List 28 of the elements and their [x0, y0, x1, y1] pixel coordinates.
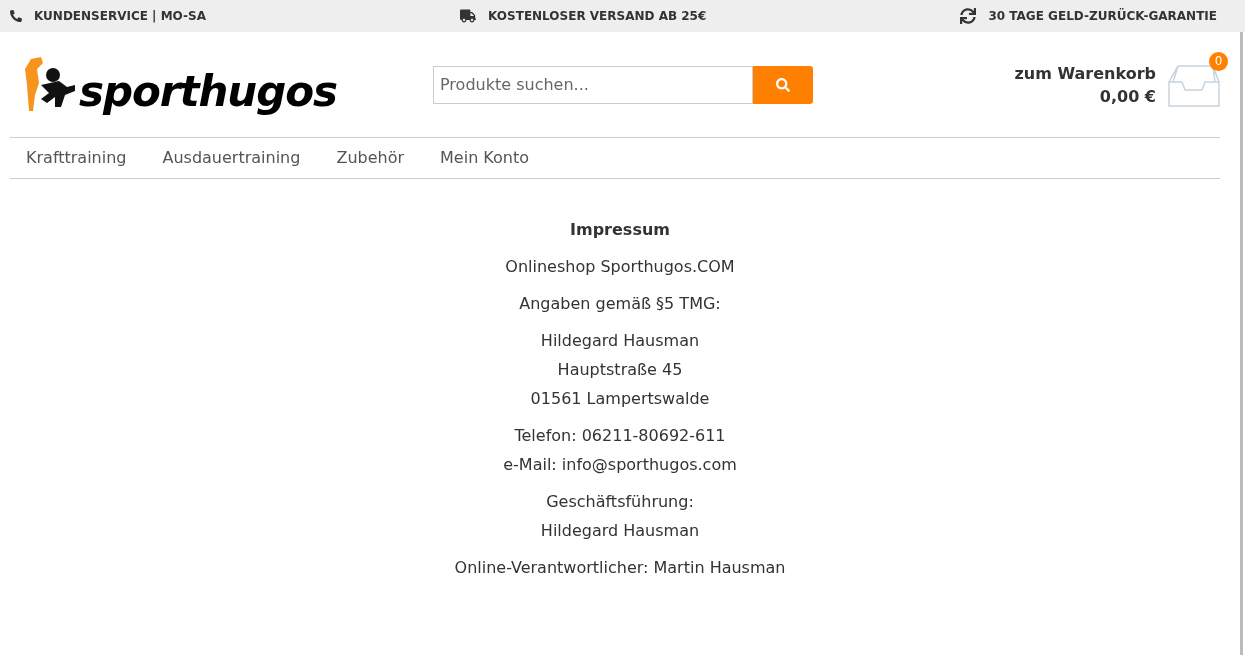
imprint-text: Onlineshop Sporthugos.COM: [505, 256, 735, 278]
info-text: KUNDENSERVICE | MO-SA: [34, 8, 206, 25]
imprint-text: Angaben gemäß §5 TMG:: [519, 293, 721, 315]
imprint-text: Hauptstraße 45: [557, 359, 683, 381]
nav-link[interactable]: Mein Konto: [440, 146, 530, 170]
cart-total: 0,00 €: [1099, 85, 1156, 108]
nav-link[interactable]: Ausdauertraining: [162, 146, 301, 170]
imprint-text: Hildegard Hausman: [540, 330, 700, 352]
phone-icon: [10, 10, 22, 22]
imprint-text: Online-Verantwortlicher: Martin Hausman: [454, 557, 786, 579]
imprint-text: Geschäftsführung:: [546, 491, 694, 513]
info-text: 30 TAGE GELD-ZURÜCK-GARANTIE: [988, 7, 1217, 25]
search-button[interactable]: [753, 65, 813, 104]
cart-count-badge: 0: [1209, 51, 1228, 71]
nav-link[interactable]: Krafttraining: [26, 146, 127, 170]
search-icon: [776, 77, 790, 92]
imprint-text: e-Mail: info@sporthugos.com: [503, 454, 737, 476]
refresh-icon: [960, 8, 977, 24]
imprint-text: Hildegard Hausman: [540, 520, 700, 542]
cart-link[interactable]: zum Warenkorb: [1014, 61, 1156, 85]
info-text: KOSTENLOSER VERSAND AB 25€: [488, 8, 707, 25]
logo[interactable]: sporthugos: [79, 70, 337, 113]
truck-icon: [460, 8, 477, 24]
page-title: Impressum: [570, 219, 670, 240]
imprint-text: Telefon: 06211-80692-611: [514, 425, 726, 447]
imprint-text: 01561 Lampertswalde: [530, 388, 710, 410]
scrollbar[interactable]: [1240, 32, 1243, 655]
nav-link[interactable]: Zubehör: [336, 146, 405, 170]
